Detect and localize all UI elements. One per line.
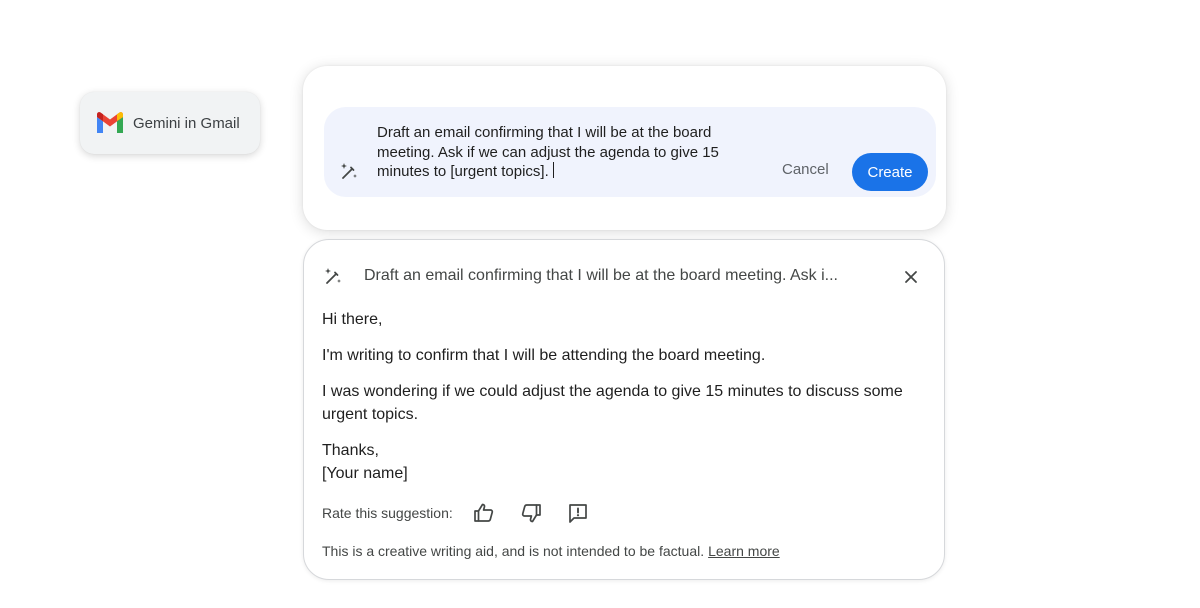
- report-button[interactable]: [565, 500, 591, 526]
- disclaimer-text: This is a creative writing aid, and is n…: [322, 543, 705, 559]
- text-caret: [552, 162, 554, 178]
- email-draft: Hi there, I'm writing to confirm that I …: [322, 308, 922, 485]
- close-button[interactable]: [900, 266, 922, 288]
- gmail-logo-icon: [97, 112, 123, 133]
- suggestion-header: Draft an email confirming that I will be…: [322, 264, 928, 290]
- thumbs-up-button[interactable]: [471, 500, 497, 526]
- email-paragraph: I was wondering if we could adjust the a…: [322, 383, 903, 423]
- chip-label: Gemini in Gmail: [133, 114, 240, 132]
- create-button[interactable]: Create: [852, 153, 928, 191]
- email-paragraph: I'm writing to confirm that I will be at…: [322, 347, 766, 364]
- rating-row: Rate this suggestion:: [322, 500, 612, 526]
- gemini-in-gmail-chip: Gemini in Gmail: [80, 92, 260, 154]
- close-icon: [905, 271, 917, 283]
- learn-more-link[interactable]: Learn more: [708, 543, 780, 559]
- prompt-input[interactable]: Draft an email confirming that I will be…: [324, 107, 936, 197]
- suggestion-title: Draft an email confirming that I will be…: [364, 267, 838, 284]
- magic-pen-icon: [341, 163, 357, 179]
- suggestion-card: Draft an email confirming that I will be…: [303, 239, 945, 580]
- email-greeting: Hi there,: [322, 311, 383, 328]
- rate-label: Rate this suggestion:: [322, 505, 453, 521]
- prompt-card: Draft an email confirming that I will be…: [303, 66, 946, 230]
- prompt-text: Draft an email confirming that I will be…: [377, 124, 719, 180]
- email-signature: [Your name]: [322, 465, 408, 482]
- thumbs-down-icon: [521, 504, 541, 523]
- stage: Gemini in Gmail Draft an email confirmin…: [0, 0, 1200, 608]
- email-signoff: Thanks,: [322, 442, 379, 459]
- thumbs-down-button[interactable]: [518, 500, 544, 526]
- magic-pen-icon: [325, 268, 341, 284]
- cancel-button[interactable]: Cancel: [772, 151, 839, 187]
- thumbs-up-icon: [473, 503, 493, 522]
- disclaimer: This is a creative writing aid, and is n…: [322, 543, 780, 559]
- report-icon: [568, 504, 587, 523]
